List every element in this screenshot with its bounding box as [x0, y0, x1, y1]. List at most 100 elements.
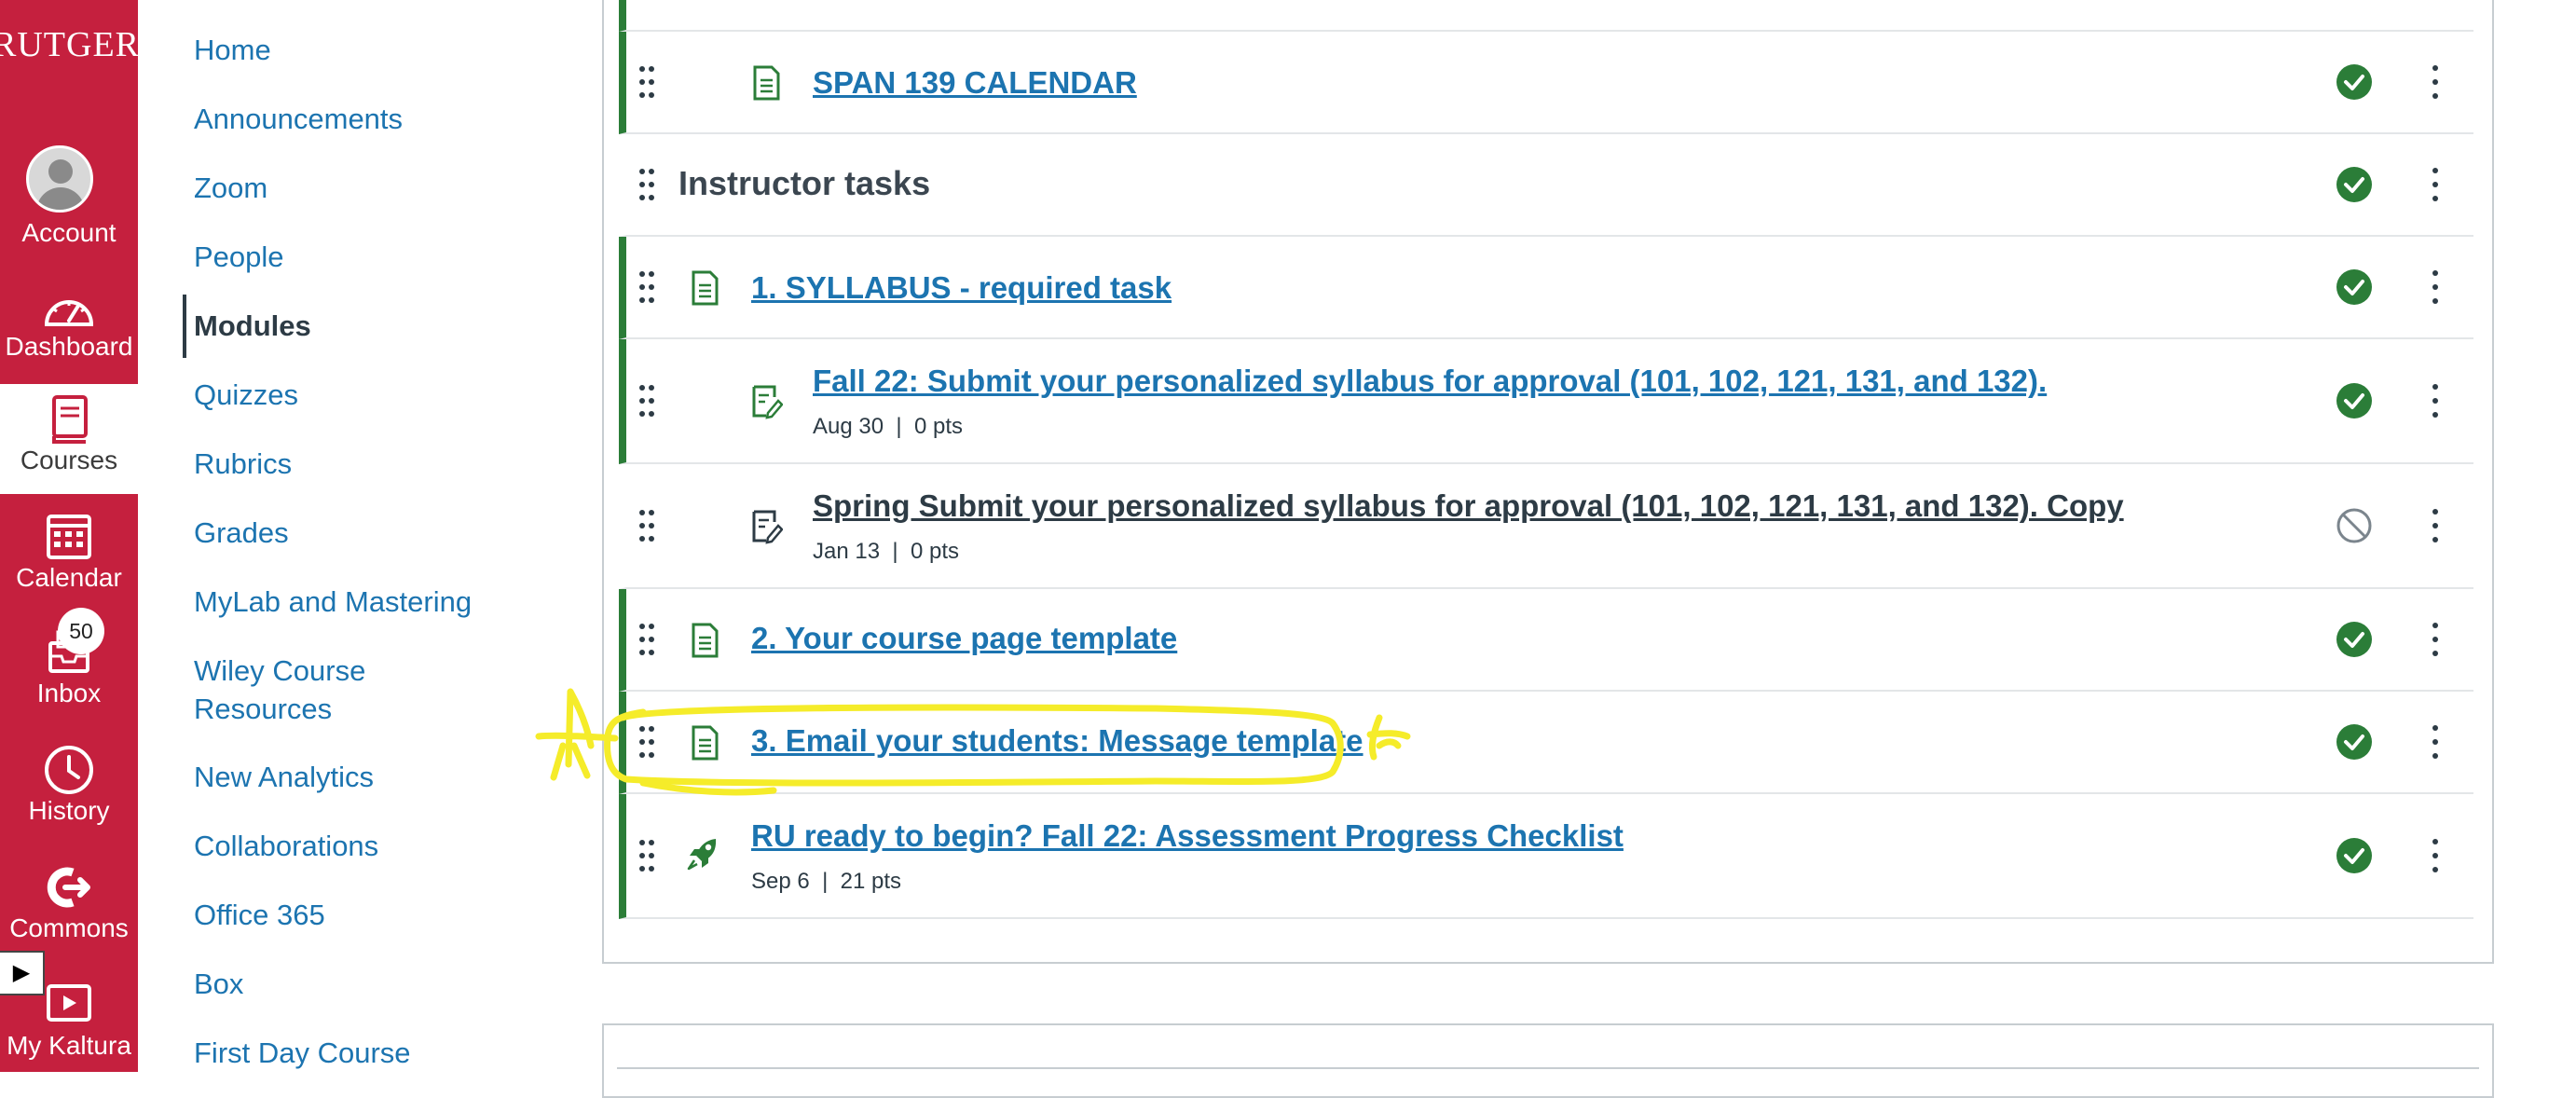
unpublished-icon[interactable]: [2336, 507, 2373, 544]
course-nav-wiley-line2[interactable]: Resources: [194, 690, 332, 729]
global-nav-dashboard-label: Dashboard: [5, 332, 133, 361]
course-nav-box[interactable]: Box: [194, 965, 243, 1004]
course-nav-wiley-line1[interactable]: Wiley Course: [194, 652, 365, 691]
calendar-icon: [47, 515, 91, 559]
course-nav-first-day-course[interactable]: First Day Course: [194, 1034, 411, 1073]
global-nav-commons[interactable]: Commons: [0, 854, 138, 964]
global-nav-courses[interactable]: Courses: [0, 384, 138, 494]
points: 0 pts: [914, 414, 964, 439]
module-item-meta: Aug 30 | 0 pts: [813, 414, 963, 440]
inbox-unread-badge: 50: [58, 608, 104, 654]
published-check-icon[interactable]: [2336, 166, 2373, 203]
module-item-title[interactable]: 1. SYLLABUS - required task: [751, 270, 1172, 306]
more-options-icon[interactable]: [2431, 623, 2440, 656]
more-options-icon[interactable]: [2431, 168, 2440, 201]
module-item[interactable]: Fall 22: Submit your personalized syllab…: [619, 339, 2473, 464]
next-module-panel: [602, 1023, 2494, 1098]
global-nav-calendar[interactable]: Calendar: [0, 503, 138, 613]
course-nav-rubrics[interactable]: Rubrics: [194, 445, 292, 484]
global-nav-calendar-label: Calendar: [16, 563, 122, 592]
module-item-title[interactable]: 2. Your course page template: [751, 621, 1177, 656]
published-check-icon[interactable]: [2336, 63, 2373, 101]
page-icon: [753, 65, 780, 101]
meta-separator: |: [896, 414, 902, 439]
points: 0 pts: [910, 539, 960, 564]
course-nav-zoom[interactable]: Zoom: [194, 169, 267, 208]
global-nav-history[interactable]: History: [0, 736, 138, 846]
drag-handle-icon[interactable]: [639, 271, 658, 303]
global-nav-account-label: Account: [21, 218, 116, 247]
rutgers-logo[interactable]: RUTGERS: [0, 24, 138, 71]
meta-separator: |: [822, 869, 829, 894]
more-options-icon[interactable]: [2431, 839, 2440, 872]
module-item-title[interactable]: RU ready to begin? Fall 22: Assessment P…: [751, 818, 1624, 854]
page-icon: [692, 270, 719, 306]
module-item-title[interactable]: Spring Submit your personalized syllabus…: [813, 488, 2124, 524]
global-nav-courses-label: Courses: [20, 446, 118, 474]
courses-icon: [52, 395, 88, 444]
history-icon: [45, 746, 93, 794]
drag-handle-icon[interactable]: [639, 624, 658, 655]
kaltura-icon: [47, 984, 91, 1022]
divider: [617, 1067, 2479, 1069]
drag-handle-icon[interactable]: [639, 840, 658, 872]
global-nav-commons-label: Commons: [9, 913, 129, 942]
more-options-icon[interactable]: [2431, 65, 2440, 99]
course-nav-mylab[interactable]: MyLab and Mastering: [194, 583, 472, 622]
avatar: [26, 145, 93, 213]
course-navigation: Home Announcements Zoom People Modules Q…: [138, 0, 604, 1072]
module-item[interactable]: Spring Submit your personalized syllabus…: [619, 464, 2473, 589]
module-item-meta: Jan 13 | 0 pts: [813, 539, 959, 565]
published-check-icon[interactable]: [2336, 723, 2373, 761]
drag-handle-icon[interactable]: [639, 510, 658, 542]
dashboard-icon: [44, 300, 94, 326]
course-nav-home[interactable]: Home: [194, 31, 271, 70]
published-check-icon[interactable]: [2336, 837, 2373, 874]
published-check-icon[interactable]: [2336, 621, 2373, 658]
published-check-icon[interactable]: [2336, 268, 2373, 306]
drag-handle-icon[interactable]: [639, 169, 658, 200]
drag-handle-icon[interactable]: [639, 726, 658, 758]
global-nav-history-label: History: [28, 796, 110, 825]
module-item-title[interactable]: 3. Email your students: Message template: [751, 723, 1363, 759]
media-play-button[interactable]: ▶: [0, 951, 45, 995]
module-item-title[interactable]: SPAN 139 CALENDAR: [813, 65, 1137, 101]
module-item[interactable]: RU ready to begin? Fall 22: Assessment P…: [619, 794, 2473, 919]
published-check-icon[interactable]: [2336, 382, 2373, 419]
more-options-icon[interactable]: [2431, 270, 2440, 304]
drag-handle-icon[interactable]: [639, 385, 658, 417]
logo-text: RUTGERS: [0, 25, 138, 64]
meta-separator: |: [892, 539, 898, 564]
module-item[interactable]: 3. Email your students: Message template: [619, 692, 2473, 794]
global-nav-account[interactable]: Account: [0, 140, 138, 250]
course-nav-quizzes[interactable]: Quizzes: [194, 376, 298, 415]
global-nav-dashboard[interactable]: Dashboard: [0, 276, 138, 386]
global-nav-my-kaltura-label: My Kaltura: [7, 1031, 131, 1060]
module-item[interactable]: 1. SYLLABUS - required task: [619, 237, 2473, 339]
drag-handle-icon[interactable]: [639, 66, 658, 98]
course-nav-modules[interactable]: Modules: [194, 307, 311, 346]
course-nav-announcements[interactable]: Announcements: [194, 100, 403, 139]
module-item[interactable]: 2. Your course page template: [619, 589, 2473, 692]
module-item-meta: Sep 6 | 21 pts: [751, 869, 901, 895]
page-icon: [692, 725, 719, 761]
page-icon: [692, 623, 719, 658]
more-options-icon[interactable]: [2431, 384, 2440, 418]
course-nav-grades[interactable]: Grades: [194, 514, 289, 553]
course-nav-collaborations[interactable]: Collaborations: [194, 827, 378, 866]
more-options-icon[interactable]: [2431, 509, 2440, 542]
due-date: Aug 30: [813, 414, 884, 439]
course-nav-people[interactable]: People: [194, 238, 284, 277]
assignment-icon: [752, 385, 783, 419]
global-navigation: RUTGERS Account Dashboard Courses Calend…: [0, 0, 138, 1072]
more-options-icon[interactable]: [2431, 725, 2440, 759]
module-item-title[interactable]: Fall 22: Submit your personalized syllab…: [813, 364, 2047, 399]
module-header-title: Instructor tasks: [678, 164, 931, 202]
quiz-rocket-icon: [687, 839, 717, 871]
active-indicator: [183, 295, 186, 358]
module-item[interactable]: SPAN 139 CALENDAR: [619, 32, 2473, 134]
module-text-header: Instructor tasks: [619, 134, 2473, 237]
course-nav-office-365[interactable]: Office 365: [194, 896, 325, 935]
commons-icon: [47, 867, 90, 908]
course-nav-new-analytics[interactable]: New Analytics: [194, 758, 374, 797]
